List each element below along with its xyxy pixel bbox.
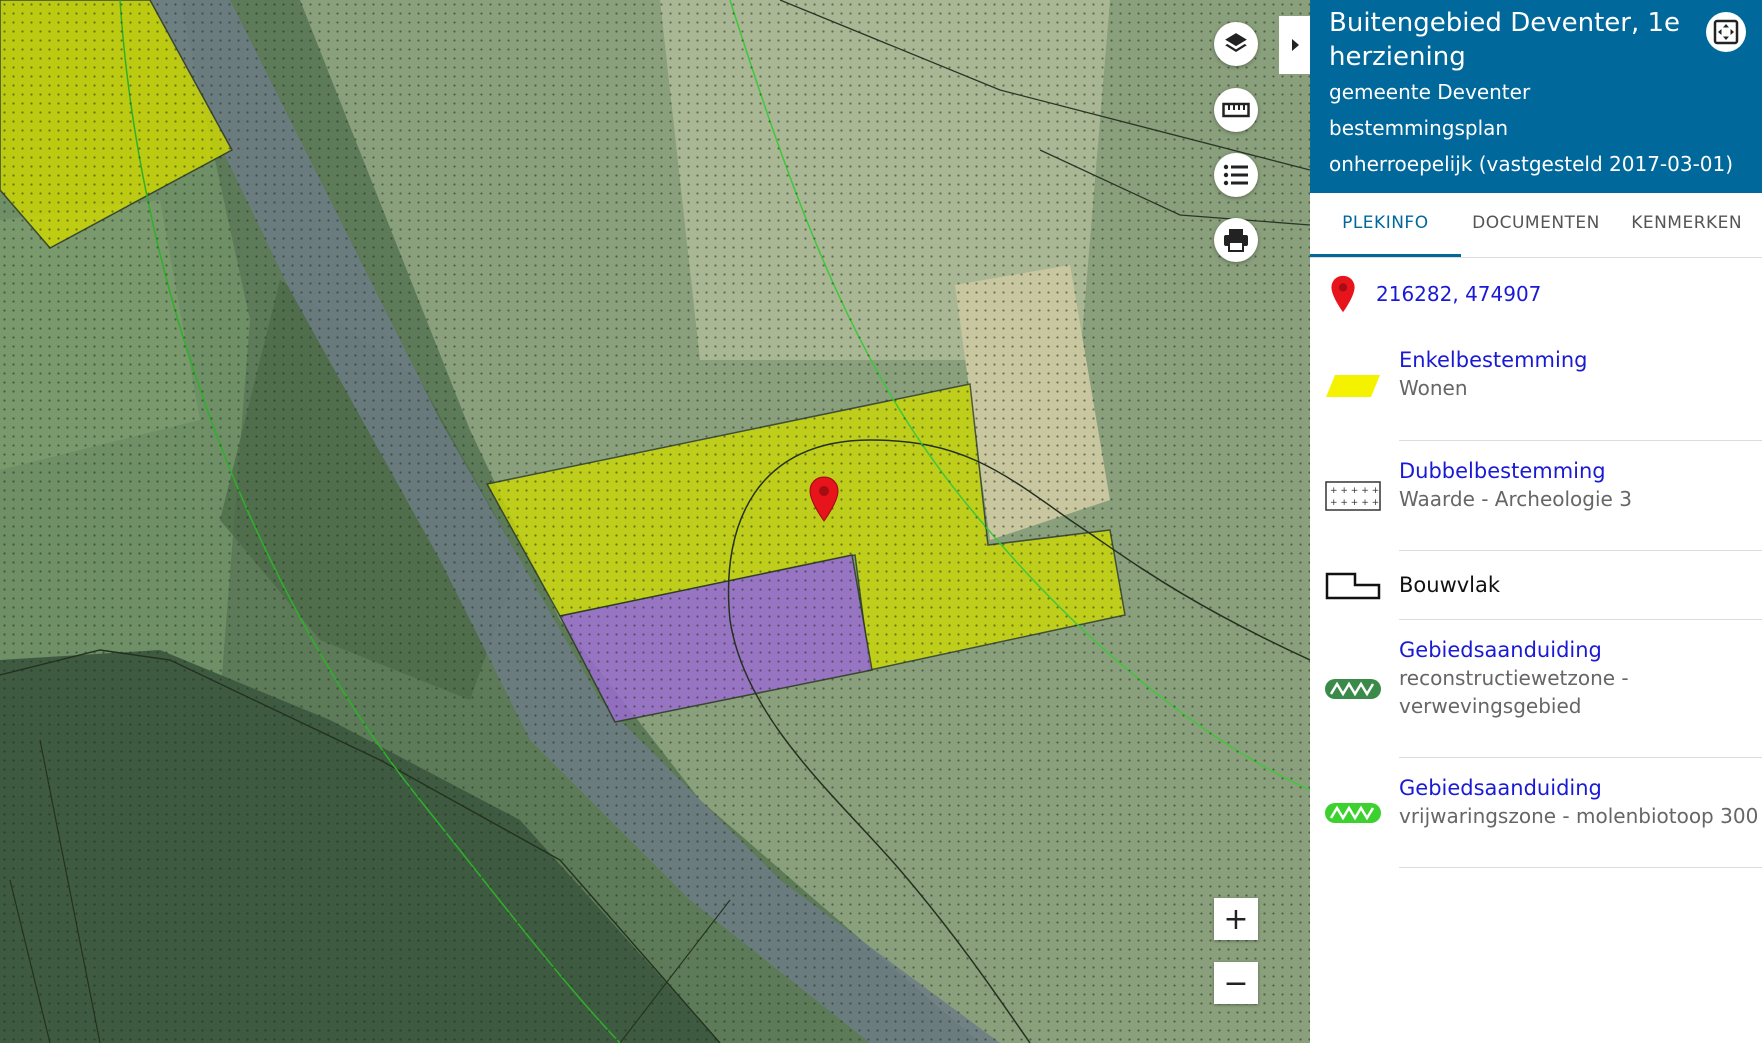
- gebiedsaanduiding-molenbiotoop-icon: [1323, 800, 1383, 826]
- dubbelbestemming-swatch-icon: + + + + + + + + + +: [1323, 481, 1383, 511]
- plan-type: bestemmingsplan: [1329, 116, 1509, 140]
- list-item: + + + + + + + + + + Dubbelbestemming Waa…: [1310, 441, 1762, 551]
- legend-button[interactable]: [1214, 153, 1258, 197]
- print-icon: [1224, 229, 1248, 252]
- zoom-out-button[interactable]: −: [1214, 962, 1258, 1004]
- list-item: Enkelbestemming Wonen: [1310, 330, 1762, 441]
- svg-text:+ + + + +: + + + + +: [1330, 486, 1379, 496]
- item-label-enkelbestemming[interactable]: Enkelbestemming: [1399, 346, 1762, 374]
- info-panel: Buitengebied Deventer, 1e herziening gem…: [1310, 0, 1762, 1043]
- legend-list-icon: [1223, 164, 1248, 186]
- location-marker-icon[interactable]: [809, 476, 839, 526]
- enkelbestemming-swatch-icon: [1323, 373, 1383, 399]
- bouwvlak-swatch-icon: [1323, 571, 1383, 601]
- panel-tabs: PLEKINFO DOCUMENTEN KENMERKEN: [1310, 193, 1762, 258]
- print-button[interactable]: [1214, 218, 1258, 262]
- item-label-dubbelbestemming[interactable]: Dubbelbestemming: [1399, 457, 1762, 485]
- item-value-archeologie: Waarde - Archeologie 3: [1399, 487, 1632, 511]
- location-coordinates-row: 216282, 474907: [1310, 258, 1762, 330]
- item-label-bouwvlak: Bouwvlak: [1399, 573, 1501, 597]
- tab-kenmerken[interactable]: KENMERKEN: [1611, 193, 1762, 257]
- collapse-panel-button[interactable]: [1279, 16, 1310, 74]
- plan-header: Buitengebied Deventer, 1e herziening gem…: [1310, 0, 1762, 193]
- item-value-molenbiotoop: vrijwaringszone - molenbiotoop 300: [1399, 804, 1759, 828]
- item-value-wonen: Wonen: [1399, 376, 1468, 400]
- svg-text:+ + + + +: + + + + +: [1330, 498, 1379, 508]
- map-canvas[interactable]: [0, 0, 1310, 1043]
- tab-plekinfo[interactable]: PLEKINFO: [1310, 193, 1461, 257]
- item-value-reconstructiewetzone: reconstructiewetzone - verwevingsgebied: [1399, 666, 1629, 718]
- item-label-gebiedsaanduiding[interactable]: Gebiedsaanduiding: [1399, 774, 1762, 802]
- zoom-in-button[interactable]: +: [1214, 898, 1258, 940]
- tab-documenten[interactable]: DOCUMENTEN: [1461, 193, 1612, 257]
- item-label-gebiedsaanduiding[interactable]: Gebiedsaanduiding: [1399, 636, 1762, 664]
- expand-icon: [1713, 19, 1739, 45]
- measure-button[interactable]: [1214, 88, 1258, 132]
- plan-status: onherroepelijk (vastgesteld 2017-03-01): [1329, 152, 1734, 176]
- ruler-icon: [1222, 102, 1250, 118]
- map-background: [0, 0, 1310, 1043]
- layers-icon: [1225, 33, 1247, 53]
- gebiedsaanduiding-reconstructie-icon: [1323, 676, 1383, 702]
- list-item: Gebiedsaanduiding vrijwaringszone - mole…: [1310, 758, 1762, 868]
- location-pin-icon: [1331, 275, 1355, 313]
- plan-municipality: gemeente Deventer: [1329, 80, 1531, 104]
- plan-title: Buitengebied Deventer, 1e herziening: [1329, 8, 1681, 72]
- list-item: Gebiedsaanduiding reconstructiewetzone -…: [1310, 620, 1762, 758]
- fullscreen-button[interactable]: [1706, 12, 1746, 52]
- location-coordinates: 216282, 474907: [1376, 282, 1542, 306]
- list-item: Bouwvlak: [1310, 551, 1762, 620]
- chevron-right-icon: [1291, 39, 1299, 51]
- layers-button[interactable]: [1214, 22, 1258, 66]
